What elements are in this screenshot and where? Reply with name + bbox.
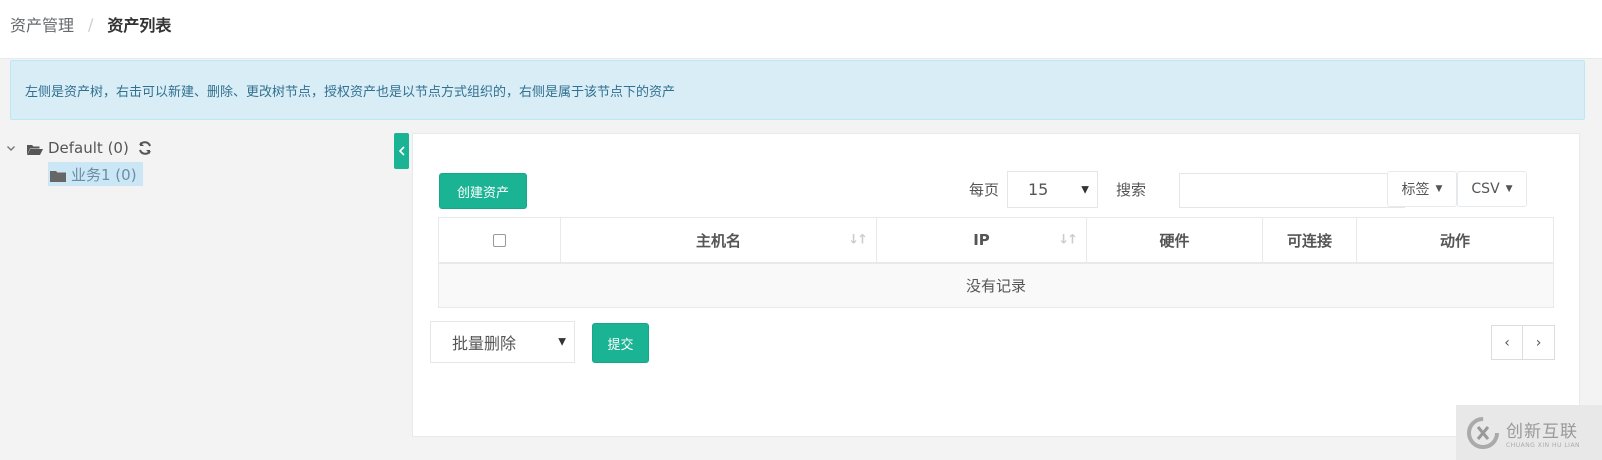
- tags-label: 标签: [1401, 182, 1430, 198]
- asset-tree: Default (0) 业务1 (0): [0, 136, 380, 186]
- tags-dropdown-button[interactable]: 标签 ▼: [1387, 171, 1457, 207]
- breadcrumb-parent[interactable]: 资产管理: [10, 12, 74, 36]
- info-alert: 左侧是资产树，右击可以新建、删除、更改树节点，授权资产也是以节点方式组织的，右侧…: [10, 60, 1585, 120]
- next-page-button[interactable]: ›: [1523, 325, 1555, 360]
- per-page-label: 每页: [969, 181, 1000, 199]
- select-all-cell: [439, 218, 561, 262]
- csv-dropdown-button[interactable]: CSV ▼: [1457, 171, 1527, 207]
- breadcrumb-separator: /: [88, 14, 94, 34]
- column-connectable-label: 可连接: [1286, 231, 1332, 250]
- empty-table-text: 没有记录: [965, 277, 1026, 295]
- watermark-sub-text: CHUANG XIN HU LIAN: [1506, 441, 1581, 449]
- breadcrumb: 资产管理 / 资产列表: [10, 12, 171, 36]
- select-all-checkbox[interactable]: [493, 233, 506, 247]
- breadcrumb-current: 资产列表: [107, 16, 172, 35]
- sort-icon[interactable]: ↓↑: [1058, 233, 1078, 248]
- create-asset-button[interactable]: 创建资产: [439, 173, 527, 209]
- info-alert-text: 左侧是资产树，右击可以新建、删除、更改树节点，授权资产也是以节点方式组织的，右侧…: [25, 84, 676, 100]
- bulk-action-select[interactable]: 批量删除 ▼: [430, 321, 575, 363]
- watermark-text: 创新互联 CHUANG XIN HU LIAN: [1506, 417, 1580, 449]
- caret-down-icon: ▼: [1081, 184, 1089, 195]
- watermark-logo: 创新互联 CHUANG XIN HU LIAN: [1456, 405, 1602, 460]
- tree-node-default[interactable]: Default (0): [0, 136, 380, 160]
- pagination: ‹ ›: [1491, 325, 1555, 360]
- chevron-left-icon: [398, 146, 405, 156]
- per-page-select[interactable]: 15 ▼: [1007, 171, 1098, 208]
- collapse-tree-button[interactable]: [394, 133, 409, 169]
- folder-open-icon: [27, 142, 43, 155]
- prev-page-button[interactable]: ‹: [1491, 325, 1523, 360]
- tree-node-label[interactable]: Default (0): [48, 139, 129, 157]
- sort-icon[interactable]: ↓↑: [848, 233, 868, 248]
- column-hardware: 硬件: [1087, 218, 1263, 262]
- refresh-icon[interactable]: [137, 140, 153, 156]
- column-ip-label: IP: [973, 231, 990, 249]
- table-header: 主机名 ↓↑ IP ↓↑ 硬件 可连接 动作: [439, 218, 1553, 264]
- caret-down-icon: ▼: [1505, 184, 1513, 194]
- column-hostname-label: 主机名: [695, 231, 741, 250]
- column-hostname[interactable]: 主机名 ↓↑: [561, 218, 877, 262]
- column-actions-label: 动作: [1439, 231, 1470, 250]
- folder-icon: [50, 168, 66, 182]
- caret-down-icon: ▼: [1435, 184, 1443, 194]
- search-label: 搜索: [1116, 181, 1147, 199]
- empty-table-row: 没有记录: [439, 264, 1553, 307]
- column-hardware-label: 硬件: [1159, 231, 1190, 250]
- csv-label: CSV: [1471, 181, 1500, 197]
- submit-button[interactable]: 提交: [592, 323, 649, 363]
- asset-list-panel: 创建资产 每页 15 ▼ 搜索 标签 ▼ CSV ▼ 主机名 ↓↑ IP ↓↑ 硬件: [412, 133, 1580, 437]
- top-bar: 资产管理 / 资产列表: [0, 0, 1602, 59]
- search-input[interactable]: [1179, 173, 1405, 208]
- bulk-action-value: 批量删除: [452, 334, 517, 353]
- column-actions: 动作: [1357, 218, 1553, 262]
- tree-node-label[interactable]: 业务1 (0): [71, 164, 137, 185]
- logo-icon: [1467, 416, 1499, 449]
- chevron-down-icon[interactable]: [5, 142, 17, 154]
- caret-down-icon: ▼: [558, 336, 566, 348]
- column-connectable: 可连接: [1263, 218, 1357, 262]
- per-page-value: 15: [1028, 180, 1049, 199]
- column-ip[interactable]: IP ↓↑: [877, 218, 1087, 262]
- tree-node-business1[interactable]: 业务1 (0): [48, 162, 143, 186]
- asset-table: 主机名 ↓↑ IP ↓↑ 硬件 可连接 动作 没有记录: [438, 217, 1554, 308]
- watermark-main-text: 创新互联: [1506, 421, 1578, 442]
